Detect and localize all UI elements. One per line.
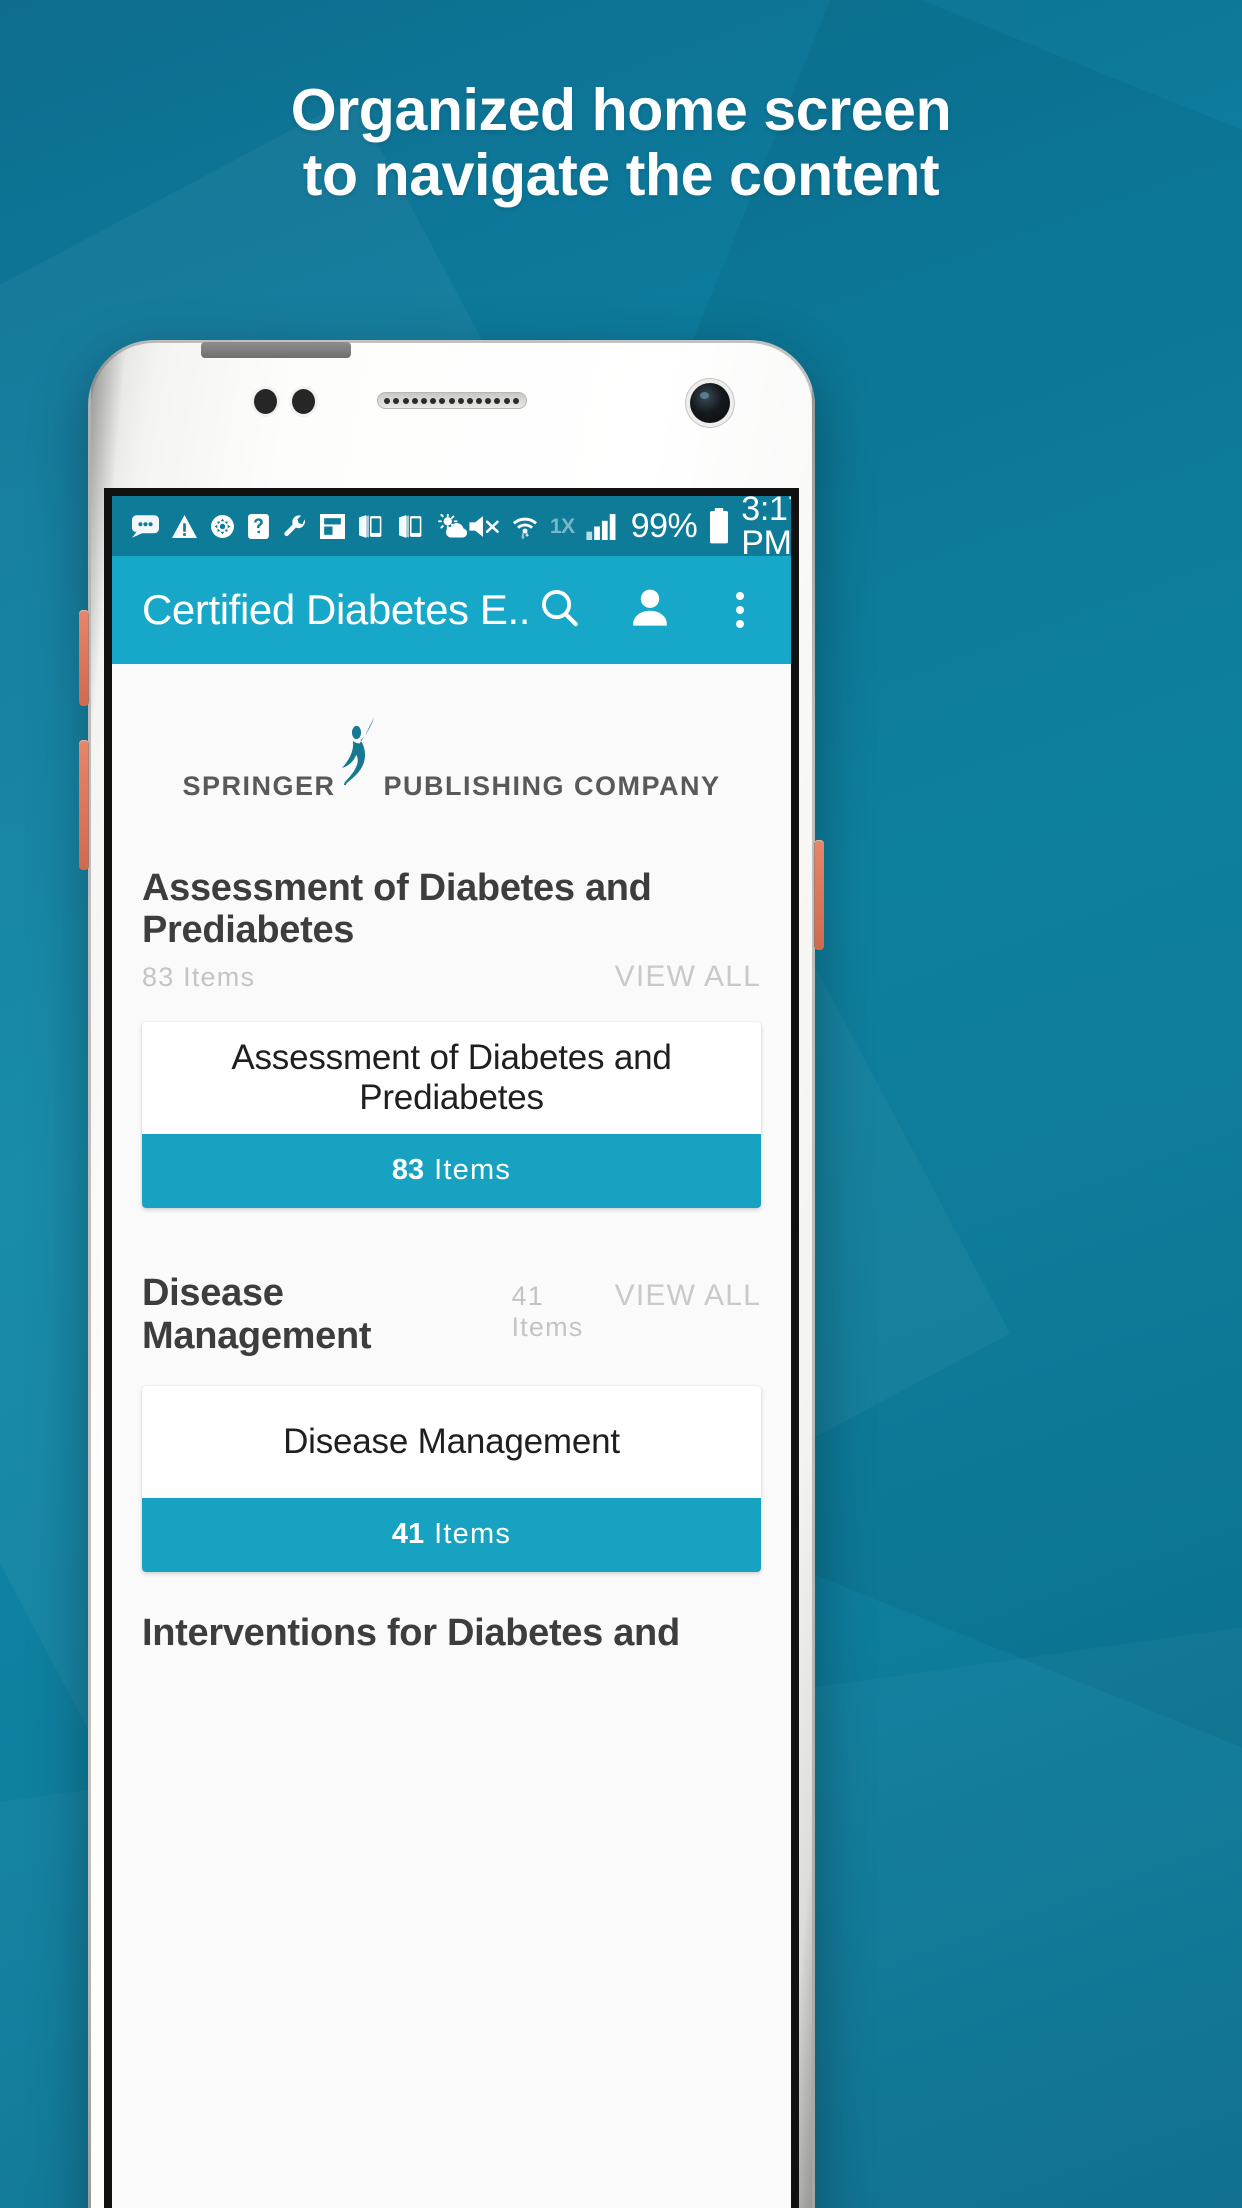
bug-icon — [210, 514, 235, 539]
search-button[interactable] — [533, 583, 587, 637]
power-button[interactable] — [814, 840, 824, 950]
section-title: Interventions for Diabetes and — [142, 1611, 680, 1654]
screen-bezel: 1X 99% 3:17 PM Certified Diabetes E... — [104, 488, 799, 2208]
android-status-bar: 1X 99% 3:17 PM — [112, 496, 791, 560]
category-card-footer: 83 Items — [142, 1133, 761, 1208]
front-camera — [690, 383, 730, 423]
category-card-count-number: 83 — [391, 1154, 425, 1187]
book-phone-icon — [358, 514, 385, 539]
springer-person-logo-icon — [336, 717, 382, 801]
battery-full-icon — [708, 508, 730, 544]
section-disease-management: Disease Management 41 Items VIEW ALL Dis… — [112, 1272, 791, 1572]
view-all-button[interactable]: VIEW ALL — [615, 1279, 761, 1313]
section-item-count: 83 Items — [142, 961, 256, 992]
section-interventions: Interventions for Diabetes and — [112, 1608, 791, 1655]
help-question-icon — [248, 513, 269, 539]
category-card-body: Disease Management — [142, 1386, 761, 1498]
battery-percent: 99% — [630, 507, 698, 545]
app-bar-title: Certified Diabetes E... — [142, 586, 533, 633]
section-meta-row: 83 Items VIEW ALL — [142, 960, 761, 994]
category-card-title: Assessment of Diabetes and Prediabetes — [231, 1037, 672, 1117]
network-type-label: 1X — [550, 514, 575, 538]
volume-down-button[interactable] — [79, 740, 89, 870]
app-bar-actions — [533, 583, 767, 637]
phone-screen: 1X 99% 3:17 PM Certified Diabetes E... — [112, 496, 791, 2208]
section-title-group: Disease Management 41 Items — [142, 1272, 615, 1358]
flipboard-icon — [320, 513, 345, 539]
category-card-body: Assessment of Diabetes and Prediabetes — [142, 1022, 761, 1134]
section-title: Disease Management — [142, 1271, 372, 1357]
brand-logo-text-right: PUBLISHING COMPANY — [383, 771, 721, 801]
status-bar-notification-icons — [132, 513, 468, 539]
app-bar: Certified Diabetes E... — [112, 556, 791, 664]
section-title: Assessment of Diabetes and Prediabetes — [142, 867, 652, 951]
overflow-menu-button[interactable] — [713, 583, 767, 637]
account-button[interactable] — [623, 583, 677, 637]
warning-triangle-icon — [172, 514, 197, 538]
category-card[interactable]: Disease Management 41 Items — [142, 1385, 761, 1572]
status-bar-system-icons: 1X 99% 3:17 PM — [468, 496, 791, 560]
section-item-count: 41 Items — [511, 1280, 584, 1342]
message-dots-icon — [132, 514, 159, 538]
proximity-sensor — [254, 389, 277, 414]
wifi-icon — [511, 513, 539, 540]
view-all-button[interactable]: VIEW ALL — [615, 960, 761, 994]
light-sensor — [292, 389, 315, 414]
section-header-stacked: Assessment of Diabetes and Prediabetes 8… — [142, 854, 761, 994]
phone-mockup: 1X 99% 3:17 PM Certified Diabetes E... — [79, 340, 824, 2208]
book-phone-icon-2 — [398, 514, 425, 539]
earpiece-speaker — [376, 392, 527, 409]
brand-logo: SPRINGER PUBLISHING COMPANY — [112, 664, 791, 854]
category-card-footer: 41 Items — [142, 1497, 761, 1572]
status-bar-clock: 3:17 PM — [741, 496, 791, 562]
category-card-title: Disease Management — [283, 1421, 620, 1461]
category-card-count-number: 41 — [391, 1518, 425, 1551]
volume-up-button[interactable] — [79, 610, 89, 706]
weather-partly-cloudy-icon — [438, 513, 468, 539]
promo-line-2: to navigate the content — [302, 141, 940, 208]
home-content[interactable]: SPRINGER PUBLISHING COMPANY Assessment o… — [112, 664, 791, 2208]
category-card-count-unit: Items — [434, 1154, 512, 1187]
wrench-icon — [282, 514, 307, 539]
promo-headline: Organized home screen to navigate the co… — [0, 78, 1242, 208]
brand-logo-text-left: SPRINGER — [182, 771, 336, 801]
category-card[interactable]: Assessment of Diabetes and Prediabetes 8… — [142, 1021, 761, 1208]
brand-logo-wrap: SPRINGER PUBLISHING COMPANY — [182, 717, 720, 801]
search-icon — [537, 585, 583, 636]
section-header-inline: Disease Management 41 Items VIEW ALL — [142, 1272, 761, 1358]
promo-line-1: Organized home screen — [290, 77, 952, 143]
section-assessment: Assessment of Diabetes and Prediabetes 8… — [112, 854, 791, 1208]
mute-icon — [468, 514, 500, 539]
signal-bars-icon — [586, 513, 620, 540]
overflow-menu-icon — [736, 592, 744, 628]
account-icon — [626, 584, 674, 637]
category-card-count-unit: Items — [434, 1518, 512, 1551]
